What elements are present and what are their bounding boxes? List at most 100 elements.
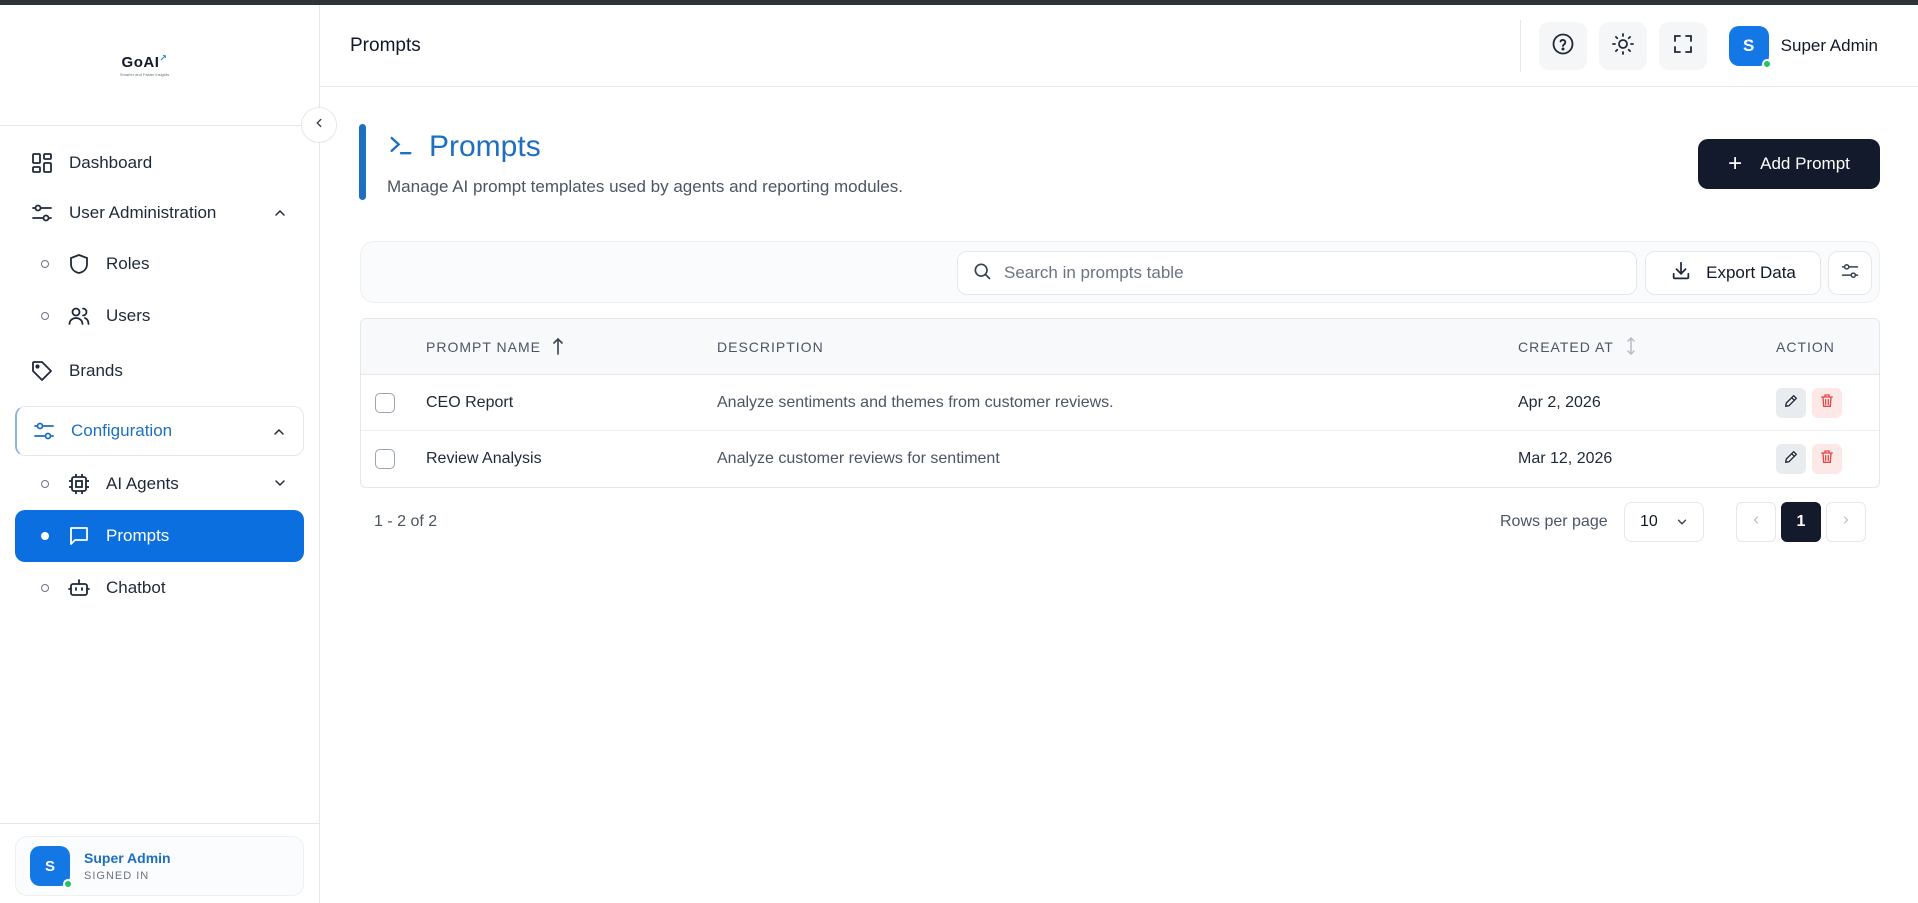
table-row[interactable]: Review Analysis Analyze customer reviews… xyxy=(361,431,1879,487)
sort-neutral-icon[interactable] xyxy=(1624,335,1638,360)
sidebar-nav: Dashboard User Administration Roles User… xyxy=(0,126,319,614)
sidebar-item-label: Dashboard xyxy=(69,153,153,172)
sidebar-item-users[interactable]: Users xyxy=(15,290,304,342)
sort-ascending-icon[interactable] xyxy=(551,336,565,359)
sidebar-item-label: Prompts xyxy=(106,526,170,545)
avatar: S xyxy=(30,846,73,889)
export-data-label: Export Data xyxy=(1706,263,1796,282)
page-title: Prompts xyxy=(429,130,541,163)
sidebar: GoAI↗ Smarter and Faster Insights Dashbo… xyxy=(0,5,320,903)
sidebar-item-brands[interactable]: Brands xyxy=(15,346,304,396)
chevron-up-icon xyxy=(272,205,288,226)
add-prompt-button[interactable]: + Add Prompt xyxy=(1698,139,1880,189)
brand-logo[interactable]: GoAI↗ Smarter and Faster Insights xyxy=(120,53,169,77)
sidebar-user-name: Super Admin xyxy=(84,850,171,866)
header-avatar[interactable]: S xyxy=(1728,26,1772,69)
heading-accent-bar xyxy=(359,124,366,200)
plus-icon: + xyxy=(1728,150,1743,177)
chevron-left-icon xyxy=(1750,513,1762,531)
users-icon xyxy=(66,303,92,329)
rows-per-page-label: Rows per page xyxy=(1500,513,1608,530)
sidebar-user-status: SIGNED IN xyxy=(84,870,150,882)
chevron-left-icon xyxy=(312,116,326,135)
help-button[interactable] xyxy=(1538,22,1587,70)
bot-icon xyxy=(66,575,92,601)
help-circle-icon xyxy=(1551,32,1575,61)
terminal-icon xyxy=(387,131,415,164)
prompt-name: CEO Report xyxy=(426,394,514,411)
delete-button[interactable] xyxy=(1812,388,1842,418)
sidebar-item-label: Roles xyxy=(106,254,150,273)
chevron-down-icon xyxy=(272,475,288,496)
sidebar-item-label: Brands xyxy=(69,361,123,380)
online-indicator xyxy=(1761,59,1772,69)
logo-area: GoAI↗ Smarter and Faster Insights xyxy=(0,5,319,126)
row-checkbox[interactable] xyxy=(375,393,395,413)
delete-button[interactable] xyxy=(1812,444,1842,474)
download-icon xyxy=(1670,260,1692,287)
pencil-icon xyxy=(1783,449,1799,470)
next-page-button[interactable] xyxy=(1826,502,1866,542)
cpu-icon xyxy=(66,471,92,497)
sidebar-item-ai-agents[interactable]: AI Agents xyxy=(15,458,304,510)
pencil-icon xyxy=(1783,393,1799,414)
dashboard-icon xyxy=(29,150,55,176)
sidebar-user-section: S Super Admin SIGNED IN xyxy=(0,823,319,903)
header-divider xyxy=(1519,20,1521,72)
column-header-created-at[interactable]: CREATED AT xyxy=(1518,319,1638,375)
search-box[interactable] xyxy=(957,251,1637,295)
bullet-dot xyxy=(41,532,49,540)
table-row[interactable]: CEO Report Analyze sentiments and themes… xyxy=(361,375,1879,431)
bullet-dot xyxy=(41,312,49,320)
sidebar-item-dashboard[interactable]: Dashboard xyxy=(15,138,304,188)
theme-toggle-button[interactable] xyxy=(1598,22,1647,70)
sidebar-item-configuration[interactable]: Configuration xyxy=(15,406,304,456)
sidebar-item-chatbot[interactable]: Chatbot xyxy=(15,562,304,614)
sun-icon xyxy=(1611,32,1635,61)
prompt-description: Analyze customer reviews for sentiment xyxy=(717,450,1000,467)
chevron-up-icon xyxy=(271,424,287,445)
sliders-icon xyxy=(1840,261,1860,286)
row-checkbox[interactable] xyxy=(375,449,395,469)
edit-button[interactable] xyxy=(1776,388,1806,418)
pagination-range: 1 - 2 of 2 xyxy=(374,513,438,530)
page-description: Manage AI prompt templates used by agent… xyxy=(387,177,903,196)
top-header: Prompts S Super Admin xyxy=(320,5,1918,87)
sliders-icon xyxy=(29,200,55,226)
trash-icon xyxy=(1819,449,1835,470)
sidebar-item-prompts[interactable]: Prompts xyxy=(15,510,304,562)
export-data-button[interactable]: Export Data xyxy=(1645,251,1821,295)
chevron-down-icon xyxy=(1675,515,1689,534)
sidebar-item-label: AI Agents xyxy=(106,474,179,493)
sidebar-item-label: User Administration xyxy=(69,203,217,222)
column-settings-button[interactable] xyxy=(1828,251,1872,295)
sidebar-item-roles[interactable]: Roles xyxy=(15,238,304,290)
logo-tagline: Smarter and Faster Insights xyxy=(119,72,170,77)
sidebar-item-label: Chatbot xyxy=(106,578,166,597)
prompts-table: PROMPT NAME DESCRIPTION CREATED AT ACTIO… xyxy=(360,318,1880,488)
edit-button[interactable] xyxy=(1776,444,1806,474)
search-input[interactable] xyxy=(1004,263,1564,283)
sidebar-item-label: Configuration xyxy=(71,421,173,440)
column-header-action: ACTION xyxy=(1776,339,1835,355)
column-header-prompt-name[interactable]: PROMPT NAME xyxy=(426,319,565,375)
created-at: Mar 12, 2026 xyxy=(1518,450,1613,467)
created-at: Apr 2, 2026 xyxy=(1518,394,1601,411)
collapse-sidebar-button[interactable] xyxy=(301,107,337,143)
message-square-icon xyxy=(66,523,92,549)
table-toolbar: Export Data xyxy=(360,241,1880,303)
bullet-dot xyxy=(41,480,49,488)
header-user-name[interactable]: Super Admin xyxy=(1781,36,1878,56)
sidebar-user-card[interactable]: S Super Admin SIGNED IN xyxy=(15,836,304,896)
online-indicator xyxy=(63,879,73,889)
header-actions: S Super Admin xyxy=(1519,5,1918,87)
sidebar-item-label: Users xyxy=(106,306,151,325)
previous-page-button[interactable] xyxy=(1736,502,1776,542)
fullscreen-button[interactable] xyxy=(1658,22,1707,70)
add-prompt-label: Add Prompt xyxy=(1760,154,1850,173)
rows-per-page-select[interactable]: 10 xyxy=(1624,502,1704,542)
bullet-dot xyxy=(41,584,49,592)
sidebar-item-user-administration[interactable]: User Administration xyxy=(15,188,304,238)
column-header-description: DESCRIPTION xyxy=(717,339,824,355)
page-button-current[interactable]: 1 xyxy=(1781,502,1821,542)
